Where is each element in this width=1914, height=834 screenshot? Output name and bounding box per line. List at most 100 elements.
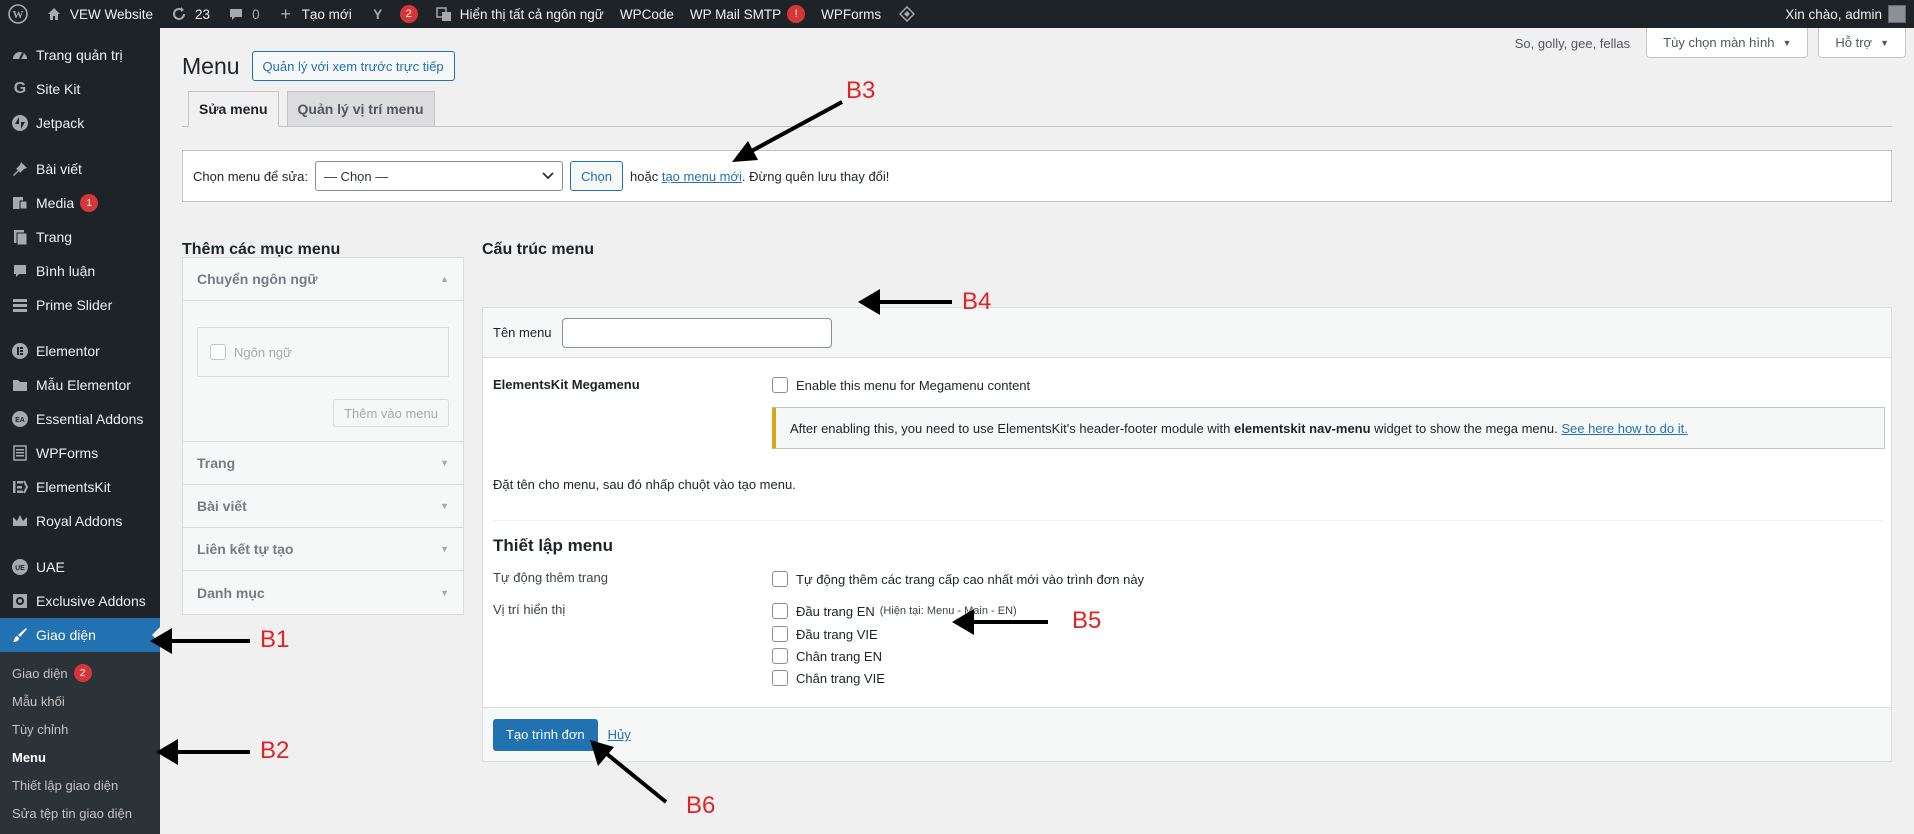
site-name-label: VEW Website (70, 6, 154, 22)
location-checkbox[interactable] (772, 626, 788, 642)
select-menu-label: Chọn menu để sửa: (193, 168, 308, 184)
sidebar-item-posts[interactable]: Bài viết (0, 152, 160, 186)
auto-add-checkbox[interactable] (772, 571, 788, 587)
create-new-menu-link[interactable]: tạo menu mới (662, 169, 742, 184)
yoast-link[interactable]: Y 2 (360, 0, 426, 28)
wp-mail-smtp-label: WP Mail SMTP (689, 6, 782, 22)
location-header-vie-row[interactable]: Đầu trang VIE (772, 626, 878, 642)
language-checkbox-row[interactable]: Ngôn ngữ (197, 327, 449, 377)
megamenu-checkbox-row[interactable]: Enable this menu for Megamenu content (772, 377, 1030, 393)
location-checkbox[interactable] (772, 603, 788, 619)
sidebar-item-uae[interactable]: UE UAE (0, 550, 160, 584)
comment-bubble-icon (226, 4, 246, 24)
wordpress-logo-icon[interactable]: W (0, 0, 36, 28)
sidebar-item-pages[interactable]: Trang (0, 220, 160, 254)
tab-edit-menus[interactable]: Sửa menu (188, 91, 279, 127)
home-icon (44, 4, 64, 24)
sidebar-item-site-kit[interactable]: G Site Kit (0, 72, 160, 106)
submenu-label: Mẫu khối (12, 693, 65, 709)
sidebar-item-royal-addons[interactable]: Royal Addons (0, 504, 160, 538)
comments-count: 0 (252, 6, 260, 22)
sidebar-item-label: Jetpack (36, 115, 85, 131)
accordion-custom-links[interactable]: Liên kết tự tạo ▼ (183, 528, 463, 571)
sidebar-item-jetpack[interactable]: Jetpack (0, 106, 160, 140)
svg-text:W: W (13, 9, 24, 21)
caret-down-icon: ▼ (440, 501, 449, 511)
auto-add-checkbox-row[interactable]: Tự động thêm các trang cấp cao nhất mới … (772, 571, 1144, 587)
sidebar-item-elementskit[interactable]: ElementsKit (0, 470, 160, 504)
wpforms-link[interactable]: WPForms (813, 0, 889, 28)
my-account-link[interactable]: Xin chào, admin (1777, 0, 1914, 28)
add-to-menu-button[interactable]: Thêm vào menu (333, 399, 449, 427)
location-current-note: (Hiện tại: Menu - Main - EN) (879, 605, 1017, 617)
menu-select-dropdown[interactable]: — Chọn — (314, 161, 563, 191)
page-icon (10, 227, 30, 247)
sidebar-item-exclusive-addons[interactable]: Exclusive Addons (0, 584, 160, 618)
wpcode-link[interactable]: WPCode (612, 0, 682, 28)
sidebar-item-dashboard[interactable]: Trang quản trị (0, 38, 160, 72)
menu-name-hint: Đặt tên cho menu, sau đó nhấp chuột vào … (493, 477, 796, 492)
forms-icon (10, 443, 30, 463)
diamond-plugin-link[interactable] (889, 0, 931, 28)
annotation-b2: B2 (260, 737, 290, 764)
sidebar-item-elementor[interactable]: Elementor (0, 334, 160, 368)
sidebar-item-media[interactable]: Media 1 (0, 186, 160, 220)
help-button[interactable]: Hỗ trợ ▼ (1818, 28, 1906, 58)
wp-mail-smtp-link[interactable]: WP Mail SMTP ! (682, 0, 813, 28)
updates-link[interactable]: 23 (161, 0, 218, 28)
accordion-categories[interactable]: Danh mục ▼ (183, 571, 463, 614)
location-checkbox[interactable] (772, 648, 788, 664)
accordion-pages[interactable]: Trang ▼ (183, 442, 463, 485)
annotation-b3: B3 (846, 77, 876, 104)
submenu-themes[interactable]: Giao diện 2 (0, 659, 160, 687)
greeting-label: Xin chào, admin (1785, 6, 1882, 22)
submenu-menus[interactable]: Menu (0, 743, 160, 771)
chevron-down-icon (542, 172, 554, 180)
sidebar-item-comments[interactable]: Bình luận (0, 254, 160, 288)
location-footer-en-row[interactable]: Chân trang EN (772, 648, 882, 664)
location-header-en-row[interactable]: Đầu trang EN (Hiện tại: Menu - Main - EN… (772, 603, 1017, 619)
submenu-theme-file-editor[interactable]: Sửa tệp tin giao diện (0, 799, 160, 827)
accordion-posts[interactable]: Bài viết ▼ (183, 485, 463, 528)
sidebar-item-elementor-templates[interactable]: Mẫu Elementor (0, 368, 160, 402)
submenu-block-patterns[interactable]: Mẫu khối (0, 687, 160, 715)
menu-structure-heading: Cấu trúc menu (482, 241, 595, 258)
select-menu-button[interactable]: Chọn (569, 161, 624, 191)
create-menu-button[interactable]: Tạo trình đơn (493, 718, 598, 751)
accordion-title: Liên kết tự tạo (197, 541, 294, 557)
notice-help-link[interactable]: See here how to do it. (1561, 421, 1687, 436)
sidebar-item-appearance[interactable]: Giao diện (0, 618, 160, 652)
location-footer-vie-row[interactable]: Chân trang VIE (772, 670, 885, 686)
sidebar-item-wpforms[interactable]: WPForms (0, 436, 160, 470)
divider (493, 520, 1883, 521)
megamenu-checkbox[interactable] (772, 377, 788, 393)
auto-add-checkbox-label: Tự động thêm các trang cấp cao nhất mới … (796, 571, 1145, 587)
notice-text-2: widget to show the mega menu. (1370, 420, 1562, 436)
annotation-b5: B5 (1072, 607, 1102, 634)
screen-options-button[interactable]: Tùy chọn màn hình ▼ (1646, 28, 1809, 58)
sidebar-item-label: Essential Addons (36, 411, 144, 427)
language-filter-link[interactable]: Hiển thị tất cả ngôn ngữ (426, 0, 612, 28)
language-checkbox[interactable] (210, 344, 226, 360)
menu-separator (0, 322, 160, 334)
page-title: Menu (182, 52, 240, 79)
language-switcher-panel: Ngôn ngữ Thêm vào menu (183, 301, 463, 442)
menu-name-input[interactable] (561, 317, 832, 348)
accordion-language-switcher[interactable]: Chuyển ngôn ngữ ▲ (183, 258, 463, 301)
submenu-customize[interactable]: Tùy chỉnh (0, 715, 160, 743)
accordion-title: Bài viết (197, 498, 247, 514)
cancel-link[interactable]: Hủy (608, 727, 631, 742)
sidebar-item-label: WPForms (36, 445, 99, 461)
site-name-link[interactable]: VEW Website (36, 0, 161, 28)
new-content-link[interactable]: + Tạo mới (268, 0, 360, 28)
sidebar-item-prime-slider[interactable]: Prime Slider (0, 288, 160, 322)
media-icon (10, 193, 30, 213)
menu-save-footer: Tạo trình đơn Hủy (483, 707, 1891, 761)
tab-manage-locations[interactable]: Quản lý vị trí menu (286, 91, 435, 127)
sidebar-item-essential-addons[interactable]: EA Essential Addons (0, 402, 160, 436)
live-preview-button[interactable]: Quản lý với xem trước trực tiếp (251, 51, 455, 81)
location-checkbox[interactable] (772, 670, 788, 686)
submenu-label: Menu (12, 749, 46, 765)
comments-link[interactable]: 0 (218, 0, 268, 28)
submenu-theme-settings[interactable]: Thiết lập giao diện (0, 771, 160, 799)
